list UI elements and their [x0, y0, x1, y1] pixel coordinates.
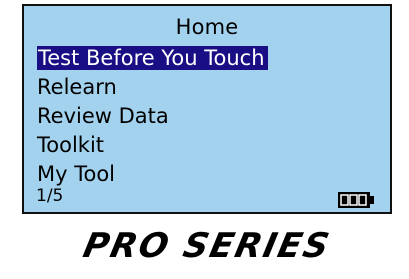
pro-series-logo: PRO SERIES: [79, 226, 335, 266]
lcd-screen: Home Test Before You Touch Relearn Revie…: [22, 4, 392, 214]
menu-item-test-before-you-touch[interactable]: Test Before You Touch: [36, 44, 386, 73]
page-indicator: 1/5: [36, 186, 64, 206]
screen-title: Home: [175, 15, 239, 39]
menu-item-relearn[interactable]: Relearn: [36, 73, 386, 102]
main-menu: Test Before You Touch Relearn Review Dat…: [36, 44, 386, 189]
device: Home Test Before You Touch Relearn Revie…: [0, 0, 409, 279]
battery-icon: [338, 192, 374, 208]
menu-item-review-data[interactable]: Review Data: [36, 102, 386, 131]
menu-item-label: Relearn: [37, 75, 117, 99]
menu-item-toolkit[interactable]: Toolkit: [36, 131, 386, 160]
menu-item-label: Review Data: [37, 104, 169, 128]
menu-item-label: Toolkit: [37, 133, 105, 157]
menu-item-my-tool[interactable]: My Tool: [36, 160, 386, 189]
menu-item-label: Test Before You Touch: [37, 46, 268, 70]
menu-item-label: My Tool: [37, 162, 116, 186]
brand-bar: PRO SERIES: [22, 218, 392, 274]
